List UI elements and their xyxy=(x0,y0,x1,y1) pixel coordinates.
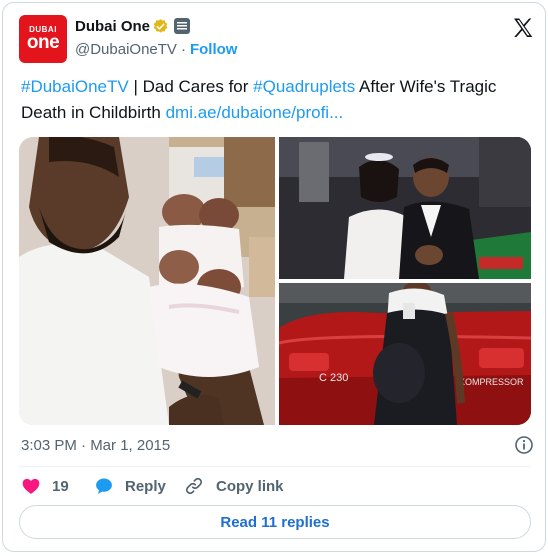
follow-button[interactable]: Follow xyxy=(190,41,238,58)
car-model-label: C 230 xyxy=(319,372,348,384)
reply-bubble-icon xyxy=(96,478,112,494)
avatar[interactable]: DUBAI one xyxy=(19,15,67,63)
hashtag-dubaionetv[interactable]: #DubaiOneTV xyxy=(21,77,129,96)
link-icon xyxy=(185,477,203,495)
affiliation-icon[interactable] xyxy=(174,18,190,34)
tweet-text-part-1: | Dad Cares for xyxy=(128,77,254,96)
tweet-link[interactable]: dmi.ae/dubaione/profi... xyxy=(166,103,344,122)
photo-woman-by-car[interactable]: C 230 KOMPRESSOR xyxy=(279,283,531,425)
logo-main-text: one xyxy=(26,32,60,53)
reply-label: Reply xyxy=(125,477,166,495)
reply-button[interactable]: Reply xyxy=(94,475,166,497)
media-grid: C 230 KOMPRESSOR xyxy=(19,137,531,425)
like-button[interactable]: 19 xyxy=(21,475,69,497)
copy-link-button[interactable]: Copy link xyxy=(184,475,284,497)
display-name[interactable]: Dubai One xyxy=(75,18,150,35)
info-icon[interactable] xyxy=(514,435,534,455)
handle-row: @DubaiOneTV · Follow xyxy=(75,41,237,58)
separator: · xyxy=(180,41,186,58)
divider xyxy=(19,466,531,467)
tweet-timestamp[interactable]: 3:03 PM · Mar 1, 2015 xyxy=(21,437,170,454)
photo-couple[interactable] xyxy=(279,137,531,279)
read-replies-button[interactable]: Read 11 replies xyxy=(19,505,531,539)
heart-icon xyxy=(22,478,40,494)
hashtag-quadruplets[interactable]: #Quadruplets xyxy=(253,77,355,96)
photo-father-with-quadruplets[interactable] xyxy=(19,137,275,425)
x-logo-icon[interactable] xyxy=(511,16,535,40)
copy-link-label: Copy link xyxy=(216,477,284,495)
like-count: 19 xyxy=(52,477,69,495)
tweet-text: #DubaiOneTV | Dad Cares for #Quadruplets… xyxy=(21,74,531,126)
car-badge-label: KOMPRESSOR xyxy=(459,377,524,387)
handle[interactable]: @DubaiOneTV xyxy=(75,41,177,58)
tweet-embed-card: DUBAI one Dubai One @DubaiOneTV · Follow #… xyxy=(2,2,546,552)
verified-badge-icon xyxy=(153,19,168,33)
